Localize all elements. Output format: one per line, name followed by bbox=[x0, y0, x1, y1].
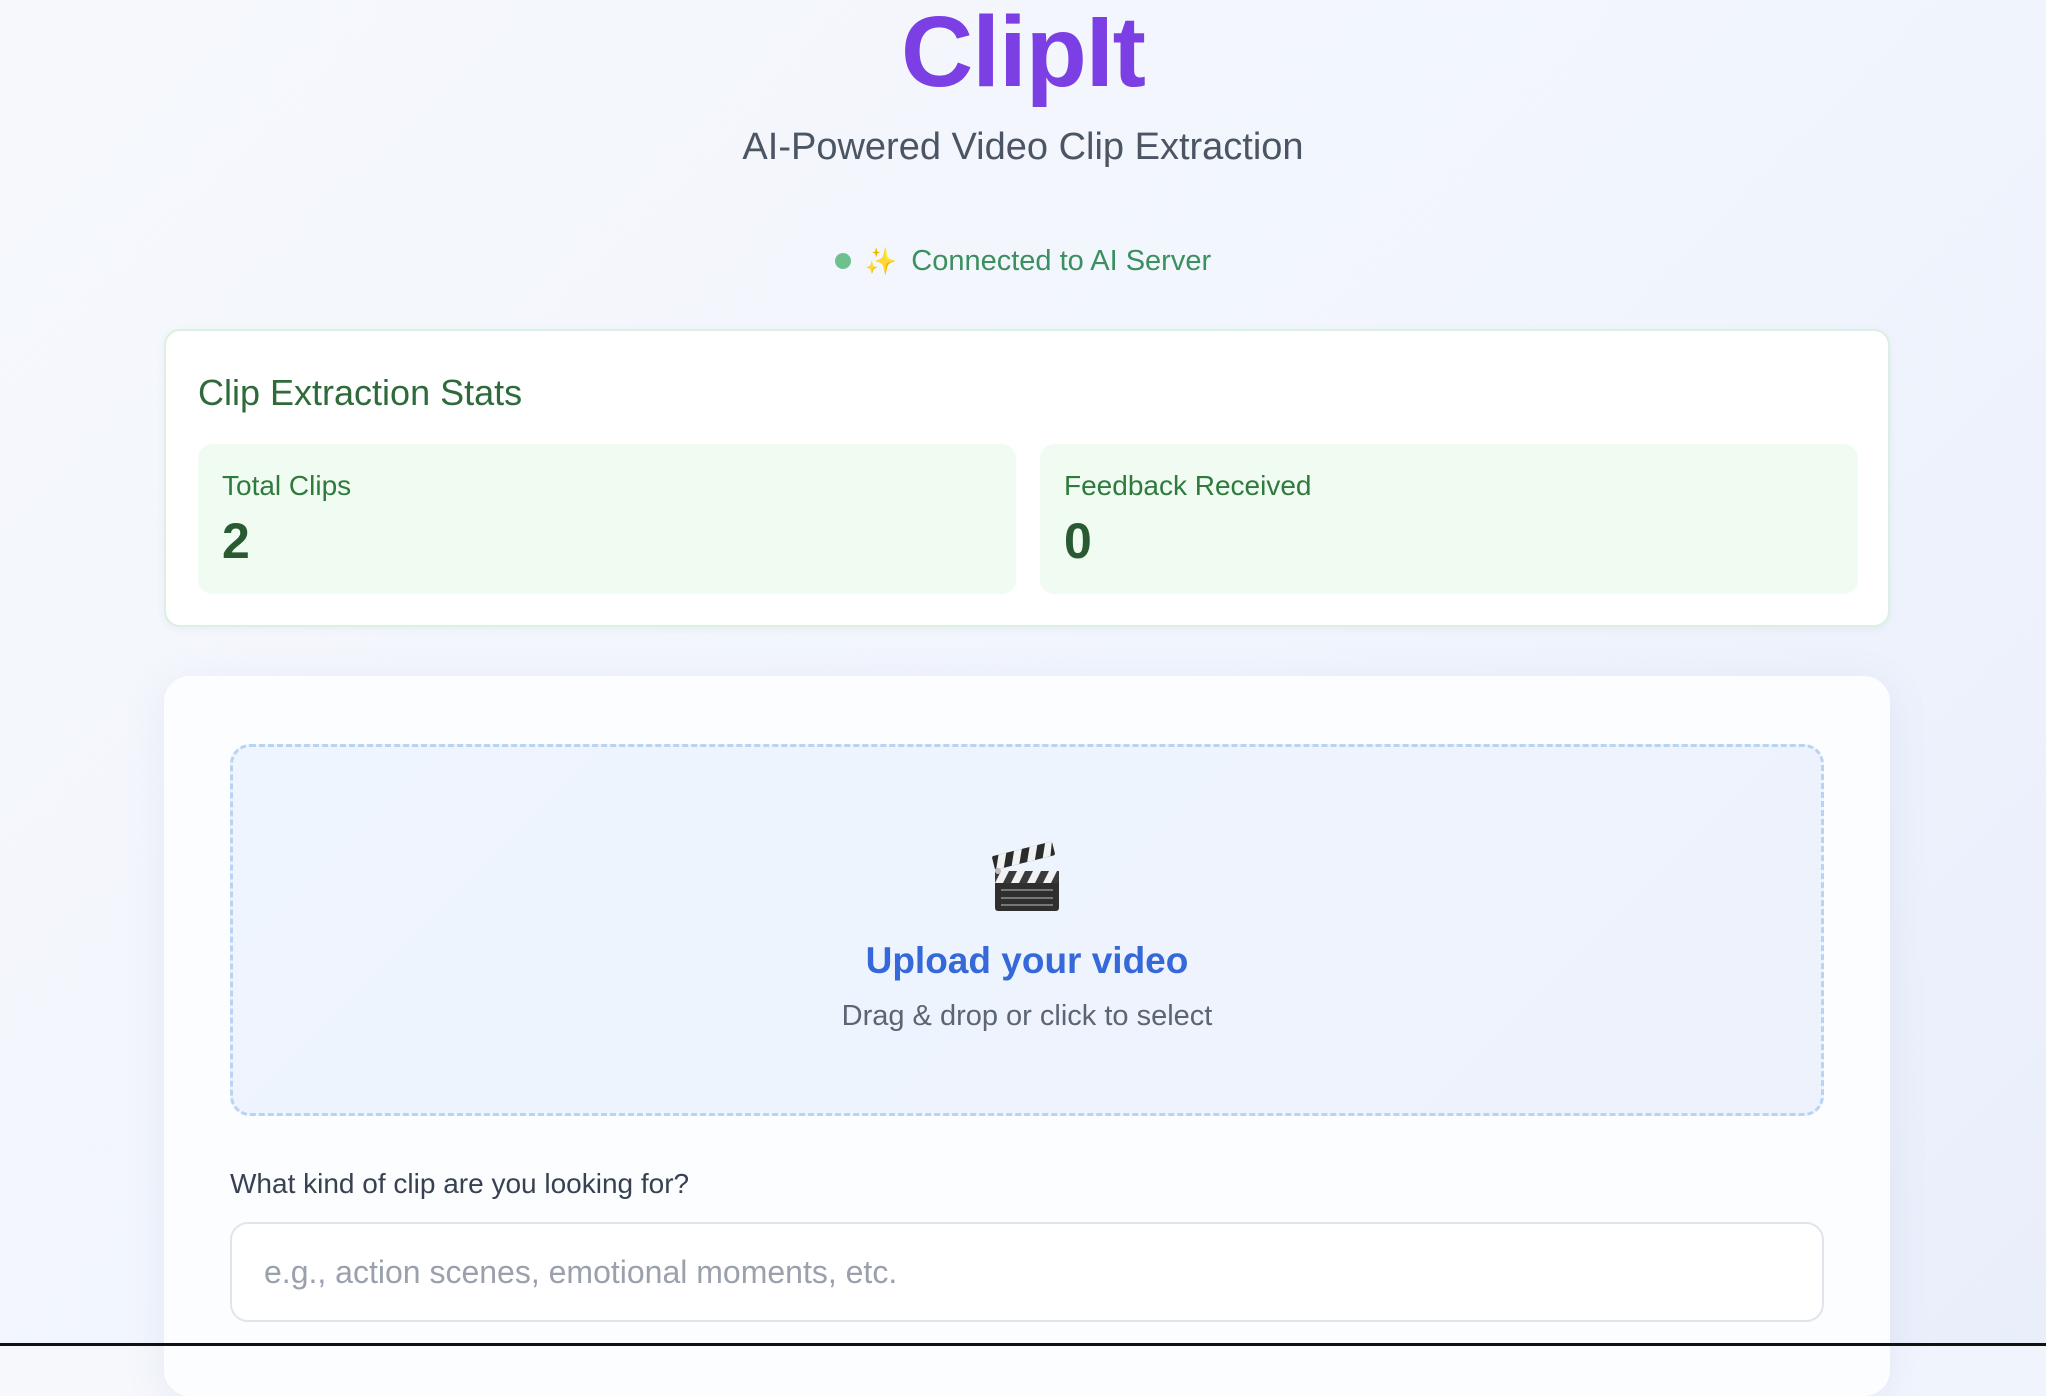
upload-subtitle: Drag & drop or click to select bbox=[841, 1000, 1213, 1032]
app-logo-title: ClipIt bbox=[901, 0, 1146, 108]
video-dropzone[interactable]: Upload your video Drag & drop or click t… bbox=[230, 744, 1824, 1116]
connection-status: ✨ Connected to AI Server bbox=[0, 241, 2046, 281]
sparkles-icon: ✨ bbox=[864, 245, 898, 276]
app-tagline: AI-Powered Video Clip Extraction bbox=[742, 126, 1304, 168]
upload-panel: Upload your video Drag & drop or click t… bbox=[164, 676, 1890, 1396]
stat-feedback-received: Feedback Received 0 bbox=[1040, 444, 1858, 594]
connection-status-text: Connected to AI Server bbox=[911, 244, 1212, 277]
stats-title: Clip Extraction Stats bbox=[198, 372, 523, 413]
status-dot-icon bbox=[834, 253, 851, 269]
upload-title: Upload your video bbox=[865, 940, 1189, 981]
clapper-board-icon bbox=[233, 839, 1821, 919]
stat-value: 0 bbox=[1064, 513, 1092, 569]
clip-query-input[interactable] bbox=[230, 1222, 1824, 1322]
stat-total-clips: Total Clips 2 bbox=[198, 444, 1016, 594]
clip-query-label: What kind of clip are you looking for? bbox=[230, 1168, 690, 1199]
clip-stats-panel: Clip Extraction Stats Total Clips 2 Feed… bbox=[164, 329, 1890, 627]
stat-label: Total Clips bbox=[222, 470, 352, 501]
stat-label: Feedback Received bbox=[1064, 470, 1312, 501]
stat-value: 2 bbox=[222, 513, 250, 569]
